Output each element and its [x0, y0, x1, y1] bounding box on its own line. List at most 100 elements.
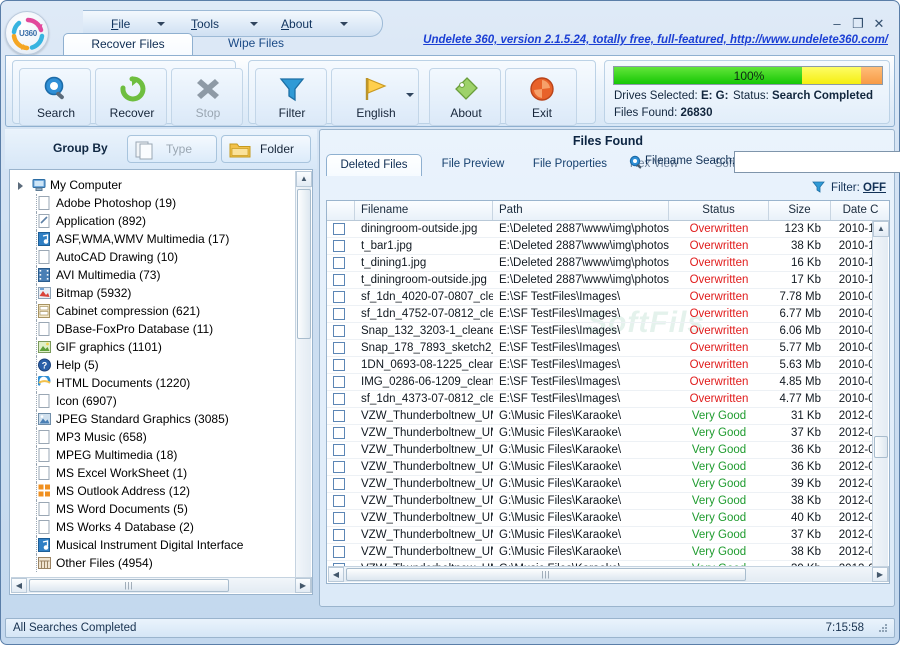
column-header-status[interactable]: Status — [669, 201, 769, 220]
table-row[interactable]: Snap_178_7893_sketch2_... E:\SF TestFiles… — [327, 340, 872, 357]
tree-item[interactable]: AVI Multimedia (73) — [10, 266, 296, 284]
tab-file-properties[interactable]: File Properties — [522, 154, 618, 176]
row-checkbox[interactable] — [333, 308, 345, 320]
row-checkbox[interactable] — [333, 546, 345, 558]
tree-item[interactable]: GIF graphics (1101) — [10, 338, 296, 356]
filename-search-input[interactable] — [734, 151, 900, 173]
about-button[interactable]: About — [429, 68, 501, 126]
tree-item[interactable]: JPEG Standard Graphics (3085) — [10, 410, 296, 428]
row-checkbox[interactable] — [333, 529, 345, 541]
group-by-type-button[interactable]: Type — [127, 135, 217, 163]
table-row[interactable]: t_diningroom-outside.jpg E:\Deleted 2887\… — [327, 272, 872, 289]
tree-item[interactable]: MPEG Multimedia (18) — [10, 446, 296, 464]
menu-file-caret-icon[interactable] — [157, 22, 165, 26]
column-header-date[interactable]: Date C — [831, 201, 889, 220]
tree-scroll-thumb[interactable] — [297, 189, 311, 339]
menu-about-caret-icon[interactable] — [340, 22, 348, 26]
table-row[interactable]: VZW_Thunderboltnew_UM... G:\Music Files\K… — [327, 442, 872, 459]
table-row[interactable]: VZW_Thunderboltnew_UM... G:\Music Files\K… — [327, 493, 872, 510]
table-row[interactable]: Snap_132_3203-1_cleane... E:\SF TestFiles… — [327, 323, 872, 340]
table-row[interactable]: IMG_0286-06-1209_clean... E:\SF TestFiles… — [327, 374, 872, 391]
resize-grip-icon[interactable] — [877, 622, 889, 634]
expand-collapse-icon[interactable] — [18, 182, 23, 190]
tree-item[interactable]: MS Excel WorkSheet (1) — [10, 464, 296, 482]
exit-button[interactable]: Exit — [505, 68, 577, 126]
language-button[interactable]: English — [331, 68, 419, 126]
table-row[interactable]: 1DN_0693-08-1225_clean... E:\SF TestFiles… — [327, 357, 872, 374]
maximize-button[interactable]: ❐ — [850, 17, 866, 31]
row-checkbox[interactable] — [333, 223, 345, 235]
table-row[interactable]: VZW_Thunderboltnew_UM... G:\Music Files\K… — [327, 527, 872, 544]
table-hscroll-left-button[interactable]: ◀ — [328, 567, 344, 582]
tree-root-my-computer[interactable]: My Computer — [10, 176, 296, 194]
tab-deleted-files[interactable]: Deleted Files — [326, 154, 422, 176]
tree-item[interactable]: MS Outlook Address (12) — [10, 482, 296, 500]
row-checkbox[interactable] — [333, 495, 345, 507]
tree-item[interactable]: Adobe Photoshop (19) — [10, 194, 296, 212]
tree-item[interactable]: HTML Documents (1220) — [10, 374, 296, 392]
deleted-files-table[interactable]: Filename Path Status Size Date C SoftFil… — [326, 200, 890, 584]
column-header-path[interactable]: Path — [493, 201, 669, 220]
row-checkbox[interactable] — [333, 342, 345, 354]
tree-item[interactable]: Other Files (4954) — [10, 554, 296, 572]
row-checkbox[interactable] — [333, 291, 345, 303]
table-row[interactable]: sf_1dn_4020-07-0807_cle... E:\SF TestFile… — [327, 289, 872, 306]
menu-tools-caret-icon[interactable] — [250, 22, 258, 26]
tree-vertical-scrollbar[interactable]: ▲ ▼ — [295, 171, 312, 593]
table-row[interactable]: VZW_Thunderboltnew_UM... G:\Music Files\K… — [327, 510, 872, 527]
table-row[interactable]: VZW_Thunderboltnew_UM... G:\Music Files\K… — [327, 544, 872, 561]
column-header-size[interactable]: Size — [769, 201, 831, 220]
language-dropdown-caret-icon[interactable] — [406, 93, 414, 97]
table-row[interactable]: t_bar1.jpg E:\Deleted 2887\www\img\photos… — [327, 238, 872, 255]
tree-item[interactable]: Application (892) — [10, 212, 296, 230]
table-scroll-up-button[interactable]: ▲ — [873, 221, 889, 237]
row-checkbox[interactable] — [333, 257, 345, 269]
row-checkbox[interactable] — [333, 376, 345, 388]
table-row[interactable]: VZW_Thunderboltnew_UM... G:\Music Files\K… — [327, 408, 872, 425]
file-type-tree[interactable]: My Computer Adobe Photoshop (19) Applicat… — [9, 169, 313, 595]
group-by-folder-button[interactable]: Folder — [221, 135, 311, 163]
table-row[interactable]: VZW_Thunderboltnew_UM... G:\Music Files\K… — [327, 425, 872, 442]
row-checkbox[interactable] — [333, 359, 345, 371]
row-checkbox[interactable] — [333, 325, 345, 337]
tree-item[interactable]: MS Works 4 Database (2) — [10, 518, 296, 536]
table-row[interactable]: diningroom-outside.jpg E:\Deleted 2887\ww… — [327, 221, 872, 238]
tab-file-preview[interactable]: File Preview — [428, 154, 518, 176]
recover-button[interactable]: Recover — [95, 68, 167, 126]
table-vertical-scrollbar[interactable]: ▲ ▼ — [872, 221, 889, 582]
tree-hscroll-left-button[interactable]: ◀ — [11, 578, 27, 593]
close-button[interactable]: ✕ — [871, 17, 887, 31]
table-row[interactable]: sf_1dn_4752-07-0812_cle... E:\SF TestFile… — [327, 306, 872, 323]
menu-tools[interactable]: Tools — [191, 15, 219, 33]
row-checkbox[interactable] — [333, 512, 345, 524]
row-checkbox[interactable] — [333, 240, 345, 252]
tab-wipe-files[interactable]: Wipe Files — [201, 33, 311, 55]
column-header-filename[interactable]: Filename — [355, 201, 493, 220]
stop-button[interactable]: Stop — [171, 68, 243, 126]
row-checkbox[interactable] — [333, 427, 345, 439]
table-scroll-thumb[interactable] — [874, 436, 888, 458]
tree-item[interactable]: MS Word Documents (5) — [10, 500, 296, 518]
promo-link[interactable]: Undelete 360, version 2.1.5.24, totally … — [423, 34, 888, 46]
table-horizontal-scrollbar[interactable]: ◀ ||| ▶ — [328, 566, 888, 582]
row-checkbox[interactable] — [333, 478, 345, 490]
row-checkbox[interactable] — [333, 461, 345, 473]
tree-scroll-up-button[interactable]: ▲ — [296, 171, 312, 187]
tree-item[interactable]: ASF,WMA,WMV Multimedia (17) — [10, 230, 296, 248]
tree-item[interactable]: AutoCAD Drawing (10) — [10, 248, 296, 266]
row-checkbox[interactable] — [333, 410, 345, 422]
table-row[interactable]: t_dining1.jpg E:\Deleted 2887\www\img\pho… — [327, 255, 872, 272]
search-button[interactable]: Search — [19, 68, 91, 126]
tab-recover-files[interactable]: Recover Files — [63, 33, 193, 55]
filter-button[interactable]: Filter — [255, 68, 327, 126]
tree-item[interactable]: ? Help (5) — [10, 356, 296, 374]
filename-search-field[interactable] — [735, 152, 900, 172]
table-row[interactable]: VZW_Thunderboltnew_UM... G:\Music Files\K… — [327, 459, 872, 476]
column-header-check[interactable] — [327, 201, 355, 220]
tree-item[interactable]: DBase-FoxPro Database (11) — [10, 320, 296, 338]
tree-hscroll-right-button[interactable]: ▶ — [295, 578, 311, 593]
row-checkbox[interactable] — [333, 274, 345, 286]
menu-file[interactable]: File — [111, 15, 130, 33]
tree-horizontal-scrollbar[interactable]: ◀ ||| ▶ — [11, 577, 311, 593]
table-hscroll-thumb[interactable]: ||| — [346, 568, 746, 581]
